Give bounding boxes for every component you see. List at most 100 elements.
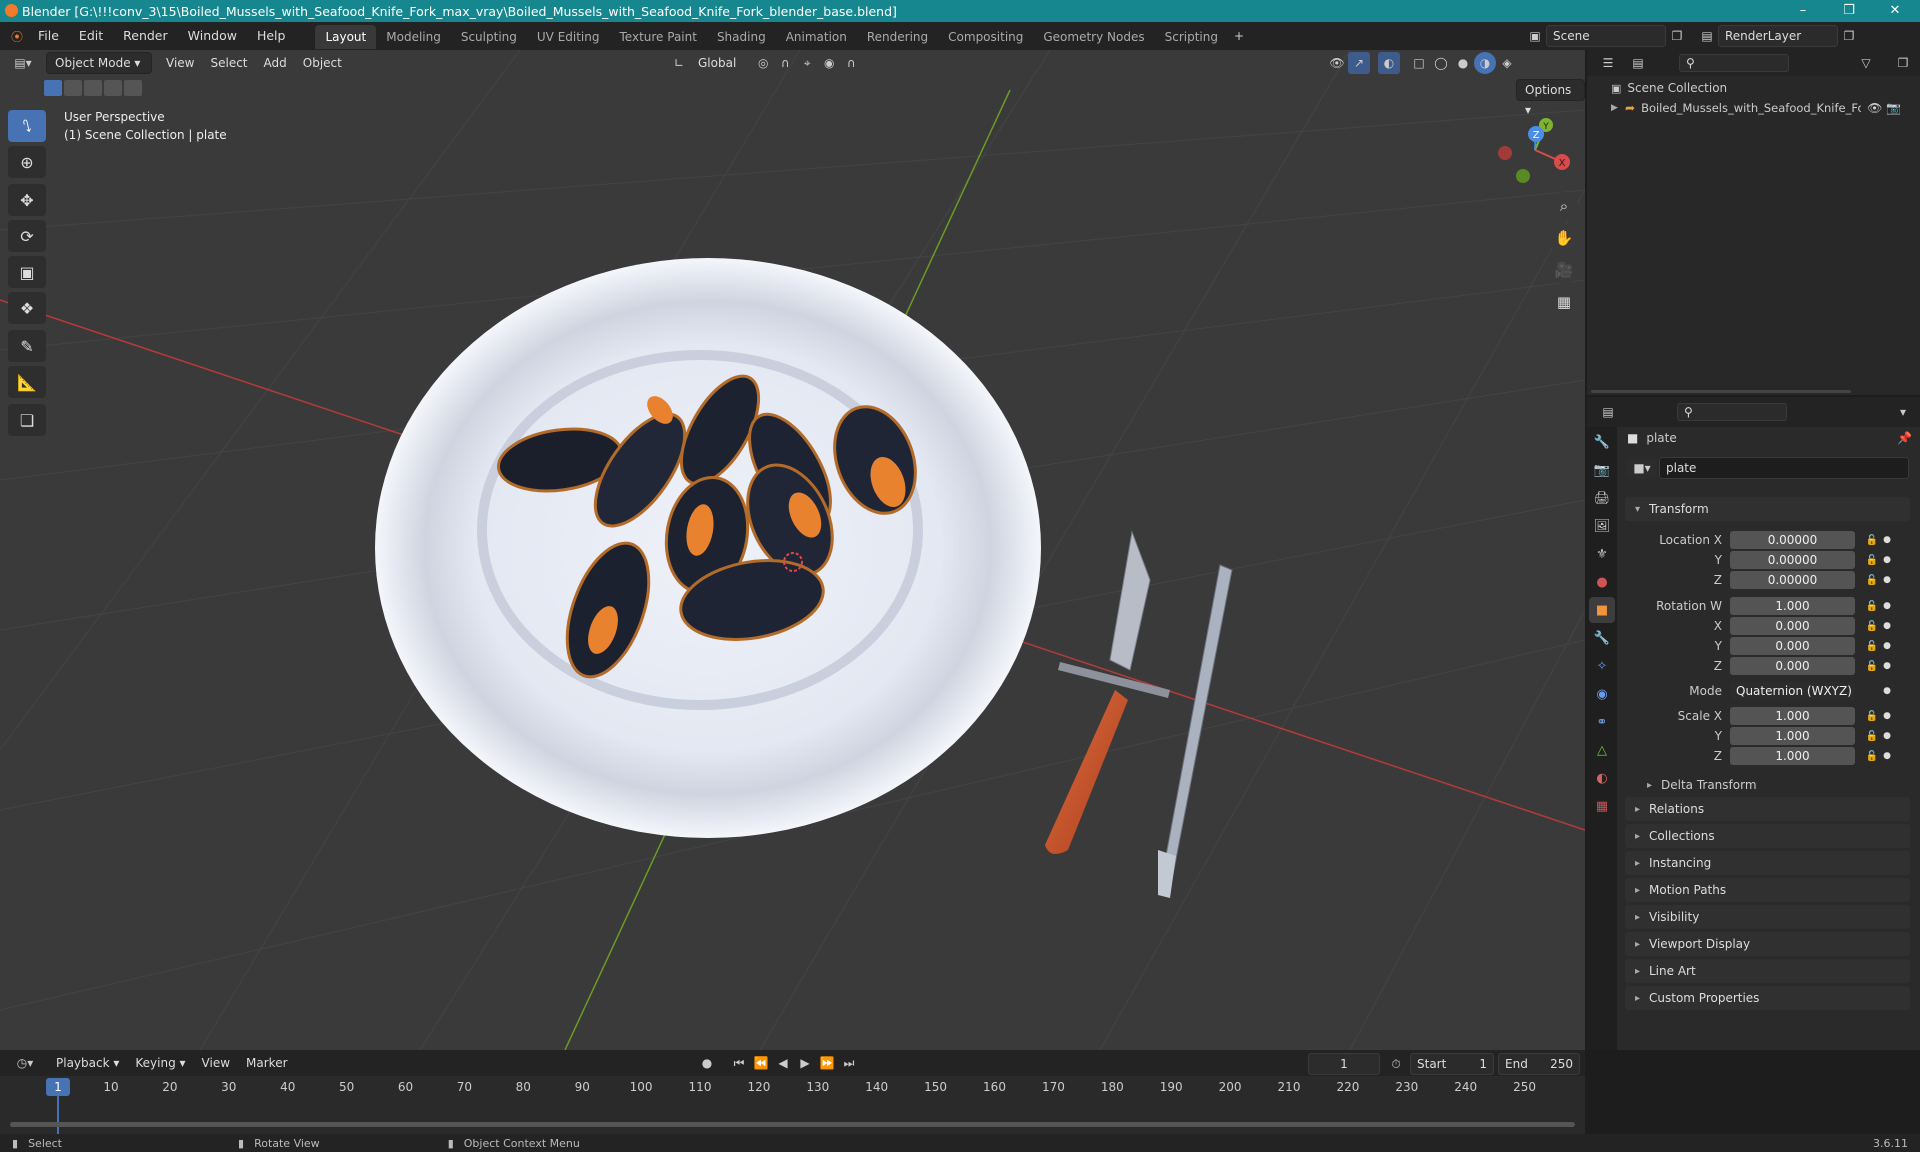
scene-icon[interactable]: ▣ xyxy=(1524,25,1546,47)
wireframe-shading-icon[interactable]: ◯ xyxy=(1430,52,1452,74)
keyframe-dot-icon[interactable]: ● xyxy=(1881,661,1893,671)
instancing-panel-header[interactable]: ▸ Instancing xyxy=(1625,851,1910,875)
scale-icon[interactable]: ▣ xyxy=(8,256,46,288)
world-tab-icon[interactable]: ● xyxy=(1589,569,1615,595)
viewport-menu-add[interactable]: Add xyxy=(256,52,295,74)
rotation-y-field[interactable]: 0.000 xyxy=(1730,637,1855,655)
visibility-panel-header[interactable]: ▸ Visibility xyxy=(1625,905,1910,929)
lock-icon[interactable]: 🔓 xyxy=(1863,535,1881,546)
location-y-field[interactable]: 0.00000 xyxy=(1730,551,1855,569)
lock-icon[interactable]: 🔓 xyxy=(1863,661,1881,672)
transform-orientation-dropdown[interactable]: Global xyxy=(690,52,744,74)
menu-file[interactable]: File xyxy=(28,22,69,50)
particles-tab-icon[interactable]: ✧ xyxy=(1589,653,1615,679)
keyframe-dot-icon[interactable]: ● xyxy=(1881,621,1893,631)
rotation-w-field[interactable]: 1.000 xyxy=(1730,597,1855,615)
keyframe-dot-icon[interactable]: ● xyxy=(1881,575,1893,585)
select-box-icon[interactable]: ⭛ xyxy=(8,110,46,142)
outliner-scrollbar[interactable] xyxy=(1591,390,1851,393)
xray-icon[interactable]: □ xyxy=(1408,52,1430,74)
timeline-scrollbar[interactable] xyxy=(10,1122,1575,1127)
solid-shading-icon[interactable]: ● xyxy=(1452,52,1474,74)
material-tab-icon[interactable]: ◐ xyxy=(1589,765,1615,791)
texture-tab-icon[interactable]: ▦ xyxy=(1589,793,1615,819)
line-art-panel-header[interactable]: ▸ Line Art xyxy=(1625,959,1910,983)
render-camera-icon[interactable]: 📷 xyxy=(1886,101,1901,115)
close-icon[interactable]: ✕ xyxy=(1872,0,1918,22)
rotation-z-field[interactable]: 0.000 xyxy=(1730,657,1855,675)
cursor-icon[interactable]: ⊕ xyxy=(8,146,46,178)
lock-icon[interactable]: 🔓 xyxy=(1863,711,1881,722)
scale-x-field[interactable]: 1.000 xyxy=(1730,707,1855,725)
menu-window[interactable]: Window xyxy=(178,22,247,50)
object-mode-dropdown[interactable]: Object Mode ▾ xyxy=(46,52,152,74)
collections-panel-header[interactable]: ▸ Collections xyxy=(1625,824,1910,848)
keyframe-dot-icon[interactable]: ● xyxy=(1881,751,1893,761)
select-subtract-icon[interactable] xyxy=(84,80,102,96)
expand-arrow-icon[interactable]: ▶ xyxy=(1611,103,1625,113)
tab-geometry-nodes[interactable]: Geometry Nodes xyxy=(1033,25,1154,49)
gizmo-toggle-icon[interactable]: ↗ xyxy=(1348,52,1370,74)
outliner-item[interactable]: ▶ ➦ Boiled_Mussels_with_Seafood_Knife_Fo… xyxy=(1611,98,1911,118)
keyframe-dot-icon[interactable]: ● xyxy=(1881,555,1893,565)
select-intersect-icon[interactable] xyxy=(124,80,142,96)
transform-panel-header[interactable]: ▾ Transform xyxy=(1625,497,1910,521)
editor-type-icon[interactable]: ▤▾ xyxy=(8,52,38,74)
lock-icon[interactable]: 🔓 xyxy=(1863,621,1881,632)
lock-icon[interactable]: 🔓 xyxy=(1863,731,1881,742)
viewport-menu-view[interactable]: View xyxy=(158,52,202,74)
tab-texture-paint[interactable]: Texture Paint xyxy=(610,25,707,49)
scene-tab-icon[interactable]: ⚜ xyxy=(1589,541,1615,567)
relations-panel-header[interactable]: ▸ Relations xyxy=(1625,797,1910,821)
select-invert-icon[interactable] xyxy=(104,80,122,96)
pivot-icon[interactable]: ◎ xyxy=(752,52,774,74)
keyframe-dot-icon[interactable]: ● xyxy=(1881,731,1893,741)
blender-menu-icon[interactable]: ⦿ xyxy=(6,25,28,47)
scale-z-field[interactable]: 1.000 xyxy=(1730,747,1855,765)
viewport-menu-select[interactable]: Select xyxy=(202,52,255,74)
new-collection-icon[interactable]: ❐ xyxy=(1892,52,1914,74)
output-tab-icon[interactable]: 🖨 xyxy=(1589,485,1615,511)
options-dropdown[interactable]: Options ▾ xyxy=(1516,79,1585,117)
pin-icon[interactable]: 📌 xyxy=(1897,431,1912,445)
material-shading-icon[interactable]: ◑ xyxy=(1474,52,1496,74)
properties-options-icon[interactable]: ▾ xyxy=(1892,401,1914,423)
keyframe-dot-icon[interactable]: ● xyxy=(1881,641,1893,651)
datablock-type-icon[interactable]: ■▾ xyxy=(1627,457,1657,479)
lock-icon[interactable]: 🔓 xyxy=(1863,575,1881,586)
add-cube-icon[interactable]: ❏ xyxy=(8,404,46,436)
rotation-mode-dropdown[interactable]: Quaternion (WXYZ) xyxy=(1730,682,1855,700)
new-scene-icon[interactable]: ❐ xyxy=(1666,25,1688,47)
add-workspace-icon[interactable]: + xyxy=(1228,25,1250,47)
outliner-editor-icon[interactable]: ☰ xyxy=(1597,52,1619,74)
rendered-shading-icon[interactable]: ◈ xyxy=(1496,52,1518,74)
menu-edit[interactable]: Edit xyxy=(69,22,113,50)
lock-icon[interactable]: 🔓 xyxy=(1863,555,1881,566)
keyframe-dot-icon[interactable]: ● xyxy=(1881,686,1893,696)
tab-uv-editing[interactable]: UV Editing xyxy=(527,25,610,49)
snap-icon[interactable]: ∩ xyxy=(774,52,796,74)
select-new-icon[interactable] xyxy=(44,80,62,96)
view-layer-tab-icon[interactable]: 🖼 xyxy=(1589,513,1615,539)
render-layer-field[interactable]: RenderLayer xyxy=(1718,25,1838,47)
move-icon[interactable]: ✥ xyxy=(8,184,46,216)
visibility-eye-icon[interactable]: 👁 xyxy=(1867,101,1882,115)
rotation-x-field[interactable]: 0.000 xyxy=(1730,617,1855,635)
measure-icon[interactable]: 📐 xyxy=(8,366,46,398)
display-mode-icon[interactable]: ▤ xyxy=(1627,52,1649,74)
properties-search-input[interactable]: ⚲ xyxy=(1677,403,1787,421)
select-extend-icon[interactable] xyxy=(64,80,82,96)
minimize-icon[interactable]: – xyxy=(1780,0,1826,22)
tab-animation[interactable]: Animation xyxy=(776,25,857,49)
data-tab-icon[interactable]: △ xyxy=(1589,737,1615,763)
view-layer-icon[interactable]: ▤ xyxy=(1696,25,1718,47)
navigation-gizmo[interactable]: X Y Z xyxy=(1490,110,1580,190)
properties-editor-icon[interactable]: ▤ xyxy=(1597,401,1619,423)
zoom-icon[interactable]: ⌕ xyxy=(1550,192,1578,220)
outliner-search-input[interactable]: ⚲ xyxy=(1679,54,1789,72)
menu-help[interactable]: Help xyxy=(247,22,296,50)
tool-tab-icon[interactable]: 🔧 xyxy=(1589,429,1615,455)
tab-compositing[interactable]: Compositing xyxy=(938,25,1033,49)
lock-icon[interactable]: 🔓 xyxy=(1863,601,1881,612)
lock-icon[interactable]: 🔓 xyxy=(1863,751,1881,762)
